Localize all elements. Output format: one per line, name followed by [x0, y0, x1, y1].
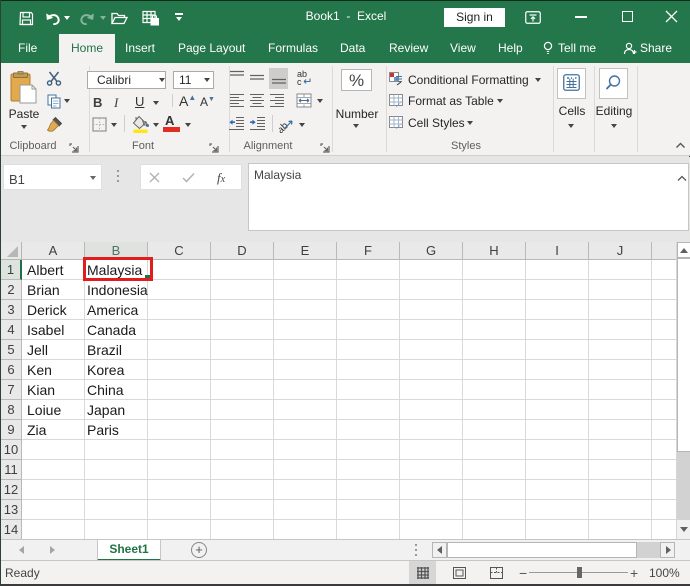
svg-text:c: c [297, 77, 302, 86]
svg-text:ab: ab [279, 120, 291, 133]
